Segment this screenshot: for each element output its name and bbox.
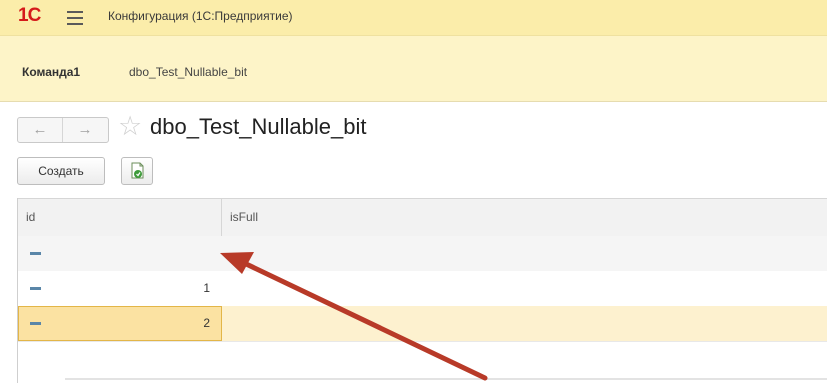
export-button[interactable] <box>121 157 153 185</box>
data-table: id isFull 1 2 <box>17 198 827 383</box>
app-title: Конфигурация (1С:Предприятие) <box>108 9 293 23</box>
row-marker-icon <box>30 287 41 290</box>
nav-buttons: ← → <box>17 117 109 143</box>
cell-id: 2 <box>203 316 210 330</box>
row-marker-icon <box>30 322 41 325</box>
table-row[interactable] <box>18 236 827 272</box>
command-bar: Команда1 dbo_Test_Nullable_bit <box>0 36 827 102</box>
table-bottom-edge <box>65 378 827 380</box>
table-row[interactable]: 1 <box>18 271 827 307</box>
menu-icon[interactable] <box>67 11 83 29</box>
cell-id: 1 <box>203 281 210 295</box>
column-header-isfull[interactable]: isFull <box>230 210 258 224</box>
column-divider <box>221 199 222 236</box>
app-logo: 1С <box>18 5 41 26</box>
favorite-star-icon[interactable]: ☆ <box>118 111 142 141</box>
form-title: dbo_Test_Nullable_bit <box>150 114 367 139</box>
title-bar: 1С Конфигурация (1С:Предприятие) <box>0 0 827 36</box>
back-button[interactable]: ← <box>18 118 63 142</box>
table-header: id isFull <box>18 198 827 237</box>
create-button[interactable]: Создать <box>17 157 105 185</box>
column-header-id[interactable]: id <box>26 210 35 224</box>
selected-cell[interactable] <box>18 306 222 341</box>
row-marker-icon <box>30 252 41 255</box>
forward-button[interactable]: → <box>63 118 107 142</box>
command-item-dbo-test[interactable]: dbo_Test_Nullable_bit <box>129 65 247 79</box>
command-item-komanda1[interactable]: Команда1 <box>22 65 80 79</box>
document-export-icon <box>131 162 144 179</box>
table-row-selected[interactable]: 2 <box>18 306 827 342</box>
